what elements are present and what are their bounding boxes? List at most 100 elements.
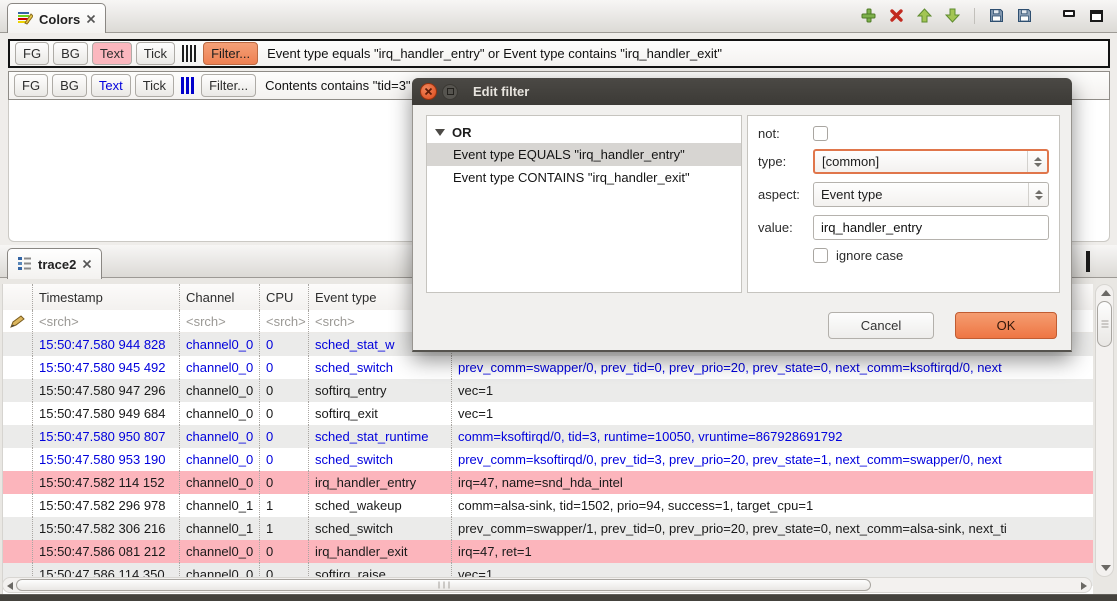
move-up-icon[interactable]	[916, 7, 933, 24]
bg-button[interactable]: BG	[52, 74, 87, 97]
cell-timestamp[interactable]: 15:50:47.586 081 212	[33, 540, 180, 563]
cell-contents[interactable]: irq=47, name=snd_hda_intel	[452, 471, 1093, 494]
cell-event-type[interactable]: softirq_exit	[309, 402, 452, 425]
table-row[interactable]: 15:50:47.580 945 492channel0_00sched_swi…	[3, 356, 1093, 379]
expand-arrow-icon[interactable]	[435, 129, 445, 136]
cell-channel[interactable]: channel0_0	[180, 402, 260, 425]
cell-event-type[interactable]: sched_switch	[309, 517, 452, 540]
cell-contents[interactable]: prev_comm=swapper/1, prev_tid=0, prev_pr…	[452, 517, 1093, 540]
cell-timestamp[interactable]: 15:50:47.582 114 152	[33, 471, 180, 494]
table-row[interactable]: 15:50:47.580 953 190channel0_00sched_swi…	[3, 448, 1093, 471]
text-button[interactable]: Text	[91, 74, 131, 97]
not-checkbox[interactable]	[813, 126, 828, 141]
scroll-right-icon[interactable]	[1081, 582, 1087, 590]
cell-channel[interactable]: channel0_0	[180, 425, 260, 448]
search-input-cpu[interactable]: <srch>	[260, 310, 309, 332]
cell-row-header[interactable]	[3, 379, 33, 402]
value-input[interactable]: irq_handler_entry	[813, 215, 1049, 240]
tree-node-or[interactable]: OR	[427, 121, 741, 143]
tab-close-icon[interactable]	[82, 259, 92, 269]
cell-row-header[interactable]	[3, 402, 33, 425]
dialog-restore-icon[interactable]	[442, 84, 458, 100]
cell-timestamp[interactable]: 15:50:47.580 945 492	[33, 356, 180, 379]
maximize-icon[interactable]	[1088, 7, 1105, 24]
cell-cpu[interactable]: 0	[260, 356, 309, 379]
cell-event-type[interactable]: irq_handler_entry	[309, 471, 452, 494]
cell-event-type[interactable]: sched_wakeup	[309, 494, 452, 517]
cell-channel[interactable]: channel0_0	[180, 379, 260, 402]
cell-timestamp[interactable]: 15:50:47.580 949 684	[33, 402, 180, 425]
cell-row-header[interactable]	[3, 540, 33, 563]
bg-button[interactable]: BG	[53, 42, 88, 65]
cell-channel[interactable]: channel0_0	[180, 471, 260, 494]
table-row[interactable]: 15:50:47.580 947 296channel0_00softirq_e…	[3, 379, 1093, 402]
aspect-select[interactable]: Event type	[813, 182, 1049, 207]
cell-row-header[interactable]	[3, 448, 33, 471]
view-maximize-icon[interactable]	[1086, 255, 1090, 270]
dialog-close-icon[interactable]	[420, 83, 437, 100]
table-row[interactable]: 15:50:47.582 306 216channel0_11sched_swi…	[3, 517, 1093, 540]
cell-event-type[interactable]: irq_handler_exit	[309, 540, 452, 563]
tick-button[interactable]: Tick	[135, 74, 174, 97]
cell-row-header[interactable]	[3, 471, 33, 494]
tree-item[interactable]: Event type CONTAINS "irq_handler_exit"	[427, 166, 741, 189]
tree-item[interactable]: Event type EQUALS "irq_handler_entry"	[427, 143, 741, 166]
minimize-icon[interactable]	[1060, 7, 1077, 24]
tick-button[interactable]: Tick	[136, 42, 175, 65]
import-icon[interactable]	[1016, 7, 1033, 24]
cell-cpu[interactable]: 0	[260, 448, 309, 471]
scroll-down-icon[interactable]	[1101, 565, 1111, 571]
horizontal-scrollbar-thumb[interactable]	[16, 579, 871, 591]
scroll-up-icon[interactable]	[1101, 290, 1111, 296]
move-down-icon[interactable]	[944, 7, 961, 24]
cell-channel[interactable]: channel0_1	[180, 494, 260, 517]
tab-colors[interactable]: Colors	[7, 3, 106, 34]
cell-cpu[interactable]: 1	[260, 517, 309, 540]
cell-cpu[interactable]: 0	[260, 402, 309, 425]
cell-contents[interactable]: prev_comm=ksoftirqd/0, prev_tid=3, prev_…	[452, 448, 1093, 471]
header-channel[interactable]: Channel	[180, 284, 260, 310]
cell-contents[interactable]: comm=ksoftirqd/0, tid=3, runtime=10050, …	[452, 425, 1093, 448]
table-row[interactable]: 15:50:47.582 296 978channel0_11sched_wak…	[3, 494, 1093, 517]
cell-channel[interactable]: channel0_1	[180, 517, 260, 540]
type-select[interactable]: [common]	[813, 149, 1049, 174]
cell-channel[interactable]: channel0_0	[180, 356, 260, 379]
cell-cpu[interactable]: 1	[260, 494, 309, 517]
cell-contents[interactable]: vec=1	[452, 402, 1093, 425]
header-timestamp[interactable]: Timestamp	[33, 284, 180, 310]
cell-row-header[interactable]	[3, 517, 33, 540]
cell-channel[interactable]: channel0_0	[180, 448, 260, 471]
cell-timestamp[interactable]: 15:50:47.580 944 828	[33, 333, 180, 356]
tab-close-icon[interactable]	[86, 14, 96, 24]
cell-channel[interactable]: channel0_0	[180, 540, 260, 563]
cell-timestamp[interactable]: 15:50:47.580 950 807	[33, 425, 180, 448]
cell-timestamp[interactable]: 15:50:47.580 947 296	[33, 379, 180, 402]
cell-cpu[interactable]: 0	[260, 333, 309, 356]
vertical-scrollbar-thumb[interactable]	[1097, 301, 1112, 347]
export-icon[interactable]	[988, 7, 1005, 24]
search-input-timestamp[interactable]: <srch>	[33, 310, 180, 332]
header-cpu[interactable]: CPU	[260, 284, 309, 310]
cell-event-type[interactable]: sched_stat_runtime	[309, 425, 452, 448]
cell-contents[interactable]: comm=alsa-sink, tid=1502, prio=94, succe…	[452, 494, 1093, 517]
fg-button[interactable]: FG	[15, 42, 49, 65]
cell-cpu[interactable]: 0	[260, 425, 309, 448]
delete-icon[interactable]	[888, 7, 905, 24]
cell-cpu[interactable]: 0	[260, 379, 309, 402]
cell-timestamp[interactable]: 15:50:47.582 296 978	[33, 494, 180, 517]
table-row[interactable]: 15:50:47.580 950 807channel0_00sched_sta…	[3, 425, 1093, 448]
spinner-icon[interactable]	[1027, 151, 1047, 172]
text-button[interactable]: Text	[92, 42, 132, 65]
cell-contents[interactable]: prev_comm=swapper/0, prev_tid=0, prev_pr…	[452, 356, 1093, 379]
cell-row-header[interactable]	[3, 333, 33, 356]
cell-channel[interactable]: channel0_0	[180, 333, 260, 356]
cell-cpu[interactable]: 0	[260, 471, 309, 494]
tab-trace2[interactable]: trace2	[7, 248, 102, 279]
fg-button[interactable]: FG	[14, 74, 48, 97]
cell-timestamp[interactable]: 15:50:47.580 953 190	[33, 448, 180, 471]
vertical-scrollbar[interactable]	[1095, 284, 1114, 577]
horizontal-scrollbar[interactable]	[2, 577, 1092, 593]
cell-contents[interactable]: vec=1	[452, 379, 1093, 402]
cell-contents[interactable]: irq=47, ret=1	[452, 540, 1093, 563]
cell-event-type[interactable]: sched_switch	[309, 448, 452, 471]
